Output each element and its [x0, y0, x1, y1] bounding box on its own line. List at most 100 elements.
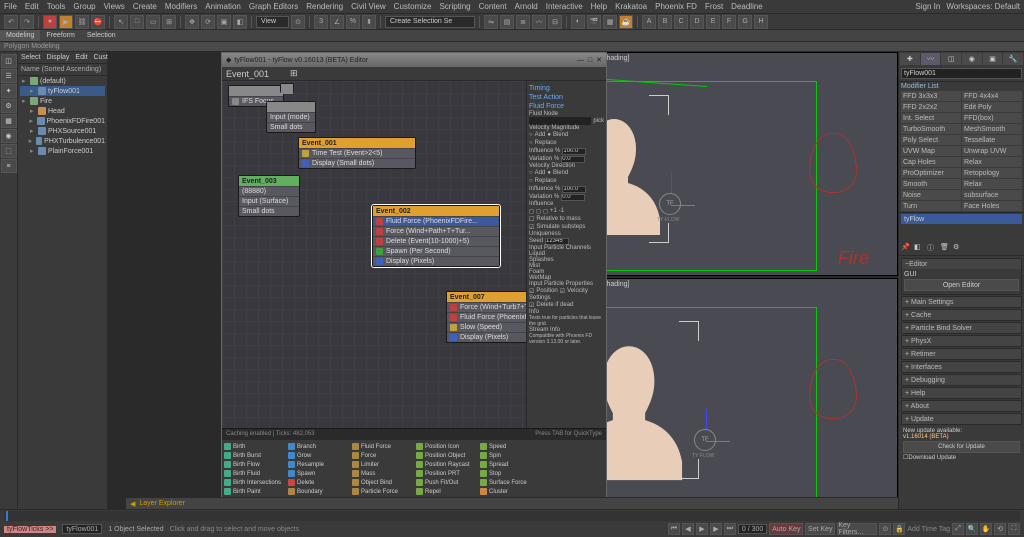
modifier-button[interactable]: Cap Holes: [901, 157, 961, 167]
ref-coord-dropdown[interactable]: View: [256, 16, 289, 28]
rollout-header[interactable]: + Particle Bind Solver: [902, 323, 1021, 333]
operator-item[interactable]: Position Object: [416, 451, 480, 460]
pan-button[interactable]: ✋: [980, 523, 992, 535]
operator-item[interactable]: Spawn: [288, 469, 352, 478]
rollout-header[interactable]: + PhysX: [902, 336, 1021, 346]
maximize-button[interactable]: □: [588, 57, 592, 64]
tool-d[interactable]: D: [690, 15, 704, 29]
menu-scripting[interactable]: Scripting: [439, 2, 470, 11]
ribbon-tab-selection[interactable]: Selection: [81, 30, 122, 41]
orbit-button[interactable]: ⟲: [994, 523, 1006, 535]
dock-btn-4[interactable]: ⚙: [1, 99, 17, 113]
menu-animation[interactable]: Animation: [205, 2, 241, 11]
tyflow-titlebar[interactable]: ◆ tyFlow001 - tyFlow v0.16013 (BETA) Edi…: [222, 53, 606, 67]
menu-customize[interactable]: Customize: [394, 2, 432, 11]
spinner-snap-button[interactable]: ⬍: [362, 15, 376, 29]
utilities-tab[interactable]: 🔧: [1003, 53, 1023, 65]
modifier-button[interactable]: FFD 4x4x4: [962, 91, 1022, 101]
rect-select-button[interactable]: ▭: [146, 15, 160, 29]
operator-item[interactable]: Grow: [288, 451, 352, 460]
modifier-list-dropdown[interactable]: Modifier List: [901, 83, 1022, 90]
display-tab[interactable]: ▣: [983, 53, 1003, 65]
menu-views[interactable]: Views: [104, 2, 125, 11]
rollout-header[interactable]: + Main Settings: [902, 297, 1021, 307]
dock-btn-8[interactable]: ≡: [1, 159, 17, 173]
menu-krakatoa[interactable]: Krakatoa: [615, 2, 647, 11]
stack-show-button[interactable]: ◧: [914, 243, 926, 254]
schematic-button[interactable]: ⊟: [548, 15, 562, 29]
tree-row[interactable]: ▸PHXSource001: [20, 126, 105, 136]
autokey-button[interactable]: Auto Key: [769, 523, 803, 535]
stack-pin-button[interactable]: 📌: [901, 243, 913, 254]
operator-item[interactable]: Boundary: [288, 487, 352, 496]
operator-item[interactable]: Branch: [288, 442, 352, 451]
tool-c[interactable]: C: [674, 15, 688, 29]
rotate-button[interactable]: ⟳: [201, 15, 215, 29]
menu-content[interactable]: Content: [479, 2, 507, 11]
rollout-header[interactable]: + Update: [902, 414, 1021, 424]
open-editor-button[interactable]: Open Editor: [904, 279, 1019, 291]
link-button[interactable]: ⛓: [75, 15, 89, 29]
arrow-left-icon[interactable]: ◀: [130, 500, 135, 508]
check-update-button[interactable]: Check for Update: [903, 441, 1020, 453]
operator-item[interactable]: Repel: [416, 487, 480, 496]
operator-item[interactable]: Speed: [480, 442, 544, 451]
scale-button[interactable]: ▣: [217, 15, 231, 29]
goto-end-button[interactable]: ⏭: [724, 523, 736, 535]
modify-tab[interactable]: 〰: [921, 53, 941, 65]
record-button[interactable]: ●: [43, 15, 57, 29]
operator-item[interactable]: Position Raycast: [416, 460, 480, 469]
operator-item[interactable]: Surface Force: [480, 478, 544, 487]
hierarchy-tab[interactable]: ◫: [941, 53, 961, 65]
zoom-extents-button[interactable]: ⤢: [952, 523, 964, 535]
scene-tab-select[interactable]: Select: [21, 54, 40, 61]
operator-item[interactable]: Push Fit/Out: [416, 478, 480, 487]
dock-btn-7[interactable]: ⬚: [1, 144, 17, 158]
stack-unique-button[interactable]: ⓘ: [927, 243, 939, 254]
tree-row[interactable]: ▸PlainForce001: [20, 146, 105, 156]
fluid-node-field[interactable]: [529, 117, 591, 125]
menu-rendering[interactable]: Rendering: [306, 2, 343, 11]
redo-button[interactable]: ↷: [20, 15, 34, 29]
rollout-header[interactable]: + Help: [902, 388, 1021, 398]
operator-item[interactable]: Birth: [224, 442, 288, 451]
modifier-button[interactable]: Int. Select: [901, 113, 961, 123]
operator-item[interactable]: Stop: [480, 469, 544, 478]
scene-tab-edit[interactable]: Edit: [75, 54, 87, 61]
ribbon-tab-freeform[interactable]: Freeform: [40, 30, 80, 41]
operator-item[interactable]: Resample: [288, 460, 352, 469]
layers-button[interactable]: ≣: [516, 15, 530, 29]
select-name-button[interactable]: □: [130, 15, 144, 29]
tyflow-event-dropdown[interactable]: Event_001: [226, 69, 286, 79]
close-button[interactable]: ✕: [596, 56, 602, 64]
isolate-button[interactable]: ⊙: [879, 523, 891, 535]
percent-snap-button[interactable]: %: [346, 15, 360, 29]
modifier-button[interactable]: Retopology: [962, 168, 1022, 178]
object-name-input[interactable]: [901, 68, 1022, 79]
modifier-button[interactable]: Relax: [962, 179, 1022, 189]
tree-row[interactable]: ▸(default): [20, 76, 105, 86]
rollout-header[interactable]: + Retimer: [902, 349, 1021, 359]
tool-e[interactable]: E: [706, 15, 720, 29]
undo-button[interactable]: ↶: [4, 15, 18, 29]
menu-arnold[interactable]: Arnold: [515, 2, 538, 11]
menu-phoenixfd[interactable]: Phoenix FD: [655, 2, 697, 11]
tree-row[interactable]: ▸PHXTurbulence001: [20, 136, 105, 146]
modifier-button[interactable]: Turn: [901, 201, 961, 211]
rollout-header[interactable]: + About: [902, 401, 1021, 411]
influence2-input[interactable]: [562, 186, 586, 193]
rollout-header[interactable]: + Interfaces: [902, 362, 1021, 372]
node-event007[interactable]: Event_007 Force (Wind+Turb7+Turb2) Fluid…: [446, 291, 526, 343]
play-button[interactable]: ▶: [59, 15, 73, 29]
minimize-button[interactable]: —: [577, 57, 584, 64]
variation2-input[interactable]: [561, 194, 585, 201]
modifier-button[interactable]: Relax: [962, 157, 1022, 167]
dock-btn-6[interactable]: ◉: [1, 129, 17, 143]
create-tab[interactable]: ✚: [900, 53, 920, 65]
props-timing[interactable]: Timing: [529, 85, 604, 92]
material-editor-button[interactable]: ◐: [571, 15, 585, 29]
dock-btn-3[interactable]: ✦: [1, 84, 17, 98]
props-fluidforce[interactable]: Fluid Force: [529, 103, 604, 110]
operator-item[interactable]: Particle Force: [352, 487, 416, 496]
tree-row[interactable]: ▸tyFlow001: [20, 86, 105, 96]
